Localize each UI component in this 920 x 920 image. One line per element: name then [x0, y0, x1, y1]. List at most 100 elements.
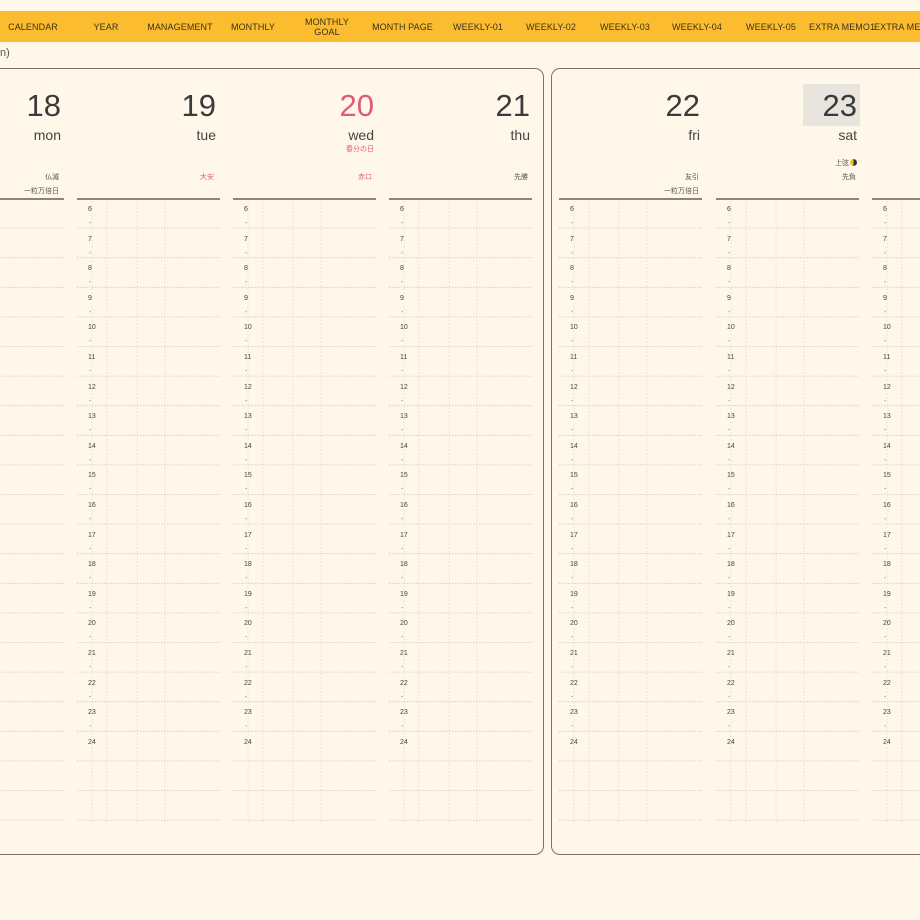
day-schedule-column[interactable]: 6 - 7 - 8 - 9 - 10 - 11 - 12 - 13 - 14 - 15 - 16 - 17 - 18 - 19 - 20… — [716, 198, 859, 824]
half-hour-mark: - — [401, 545, 404, 553]
hour-label: 12 — [244, 383, 252, 391]
half-hour-mark: - — [728, 338, 731, 346]
hour-label: 6 — [883, 206, 887, 213]
half-hour-mark: - — [571, 249, 574, 257]
nav-tab-label: WEEKLY-02 — [526, 21, 576, 32]
hour-label: 21 — [244, 650, 252, 657]
nav-tab-management[interactable]: MANAGEMENT — [146, 22, 214, 32]
half-hour-mark: - — [401, 486, 404, 494]
half-hour-mark: - — [89, 486, 92, 494]
day-name: tue — [196, 127, 216, 143]
nav-tab-label: EXTRA MEMO1 — [809, 21, 876, 32]
hour-label: 16 — [400, 502, 408, 509]
half-hour-mark: - — [571, 308, 574, 316]
day-number: 18 — [26, 88, 61, 123]
day-schedule-column[interactable] — [0, 198, 64, 824]
hour-label: 18 — [570, 561, 578, 569]
hour-label: 13 — [400, 413, 408, 421]
nav-tab-weekly-04[interactable]: WEEKLY-04 — [661, 22, 733, 32]
hour-label: 7 — [570, 235, 574, 243]
day-schedule-column[interactable]: 6 - 7 - 8 - 9 - 10 - 11 - 12 - 13 - 14 - 15 - 16 - 17 - 18 - 19 - 20… — [389, 198, 532, 824]
nav-tab-extra-me[interactable]: EXTRA ME — [874, 22, 920, 32]
nav-tab-weekly-05[interactable]: WEEKLY-05 — [733, 22, 809, 32]
top-navigation: CALENDAR YEAR MANAGEMENT MONTHLY MONTHLY GOAL… — [0, 11, 920, 42]
nav-tab-weekly-02[interactable]: WEEKLY-02 — [513, 22, 589, 32]
hour-label: 24 — [400, 738, 408, 746]
hour-label: 17 — [244, 531, 252, 539]
hour-label: 24 — [88, 738, 96, 746]
nav-tab-extra-memo1[interactable]: EXTRA MEMO1 — [809, 21, 876, 32]
hour-label: 14 — [883, 442, 891, 450]
half-hour-mark: - — [571, 397, 574, 405]
hour-label: 21 — [88, 650, 96, 657]
hour-label: 20 — [883, 620, 891, 628]
hour-label: 11 — [400, 354, 408, 361]
hour-label: 21 — [570, 650, 578, 657]
hour-label: 13 — [88, 413, 96, 421]
hour-label: 14 — [727, 442, 735, 450]
hour-label: 6 — [570, 206, 574, 213]
half-hour-mark: - — [245, 604, 248, 612]
nav-tab-year[interactable]: YEAR — [66, 22, 146, 32]
hour-label: 6 — [88, 206, 92, 213]
half-hour-mark: - — [884, 516, 887, 523]
hour-label: 10 — [88, 324, 96, 332]
half-hour-mark: - — [884, 249, 887, 257]
hour-label: 11 — [570, 354, 578, 361]
half-hour-mark: - — [728, 397, 731, 405]
day-schedule-column[interactable]: 6 - 7 - 8 - 9 - 10 - 11 - 12 - 13 - 14 - 15 - 16 - 17 - 18 - 19 - 20… — [872, 198, 920, 824]
half-hour-mark: - — [245, 456, 248, 464]
half-hour-mark: - — [728, 516, 731, 523]
hour-label: 23 — [883, 709, 891, 717]
half-hour-mark: - — [89, 516, 92, 523]
nav-tab-weekly-03[interactable]: WEEKLY-03 — [589, 22, 661, 32]
hour-label: 19 — [400, 590, 408, 598]
half-hour-mark: - — [884, 456, 887, 464]
half-hour-mark: - — [401, 249, 404, 257]
day-schedule-column[interactable]: 6 - 7 - 8 - 9 - 10 - 11 - 12 - 13 - 14 - 15 - 16 - 17 - 18 - 19 - 20… — [559, 198, 702, 824]
rokuyo-label: 先負 — [842, 174, 856, 181]
hour-label: 13 — [883, 413, 891, 421]
hour-label: 18 — [400, 561, 408, 569]
hour-label: 12 — [570, 383, 578, 391]
nav-tab-monthly[interactable]: MONTHLY — [214, 22, 292, 32]
nav-tab-label: GOAL — [314, 26, 340, 37]
day-schedule-column[interactable]: 6 - 7 - 8 - 9 - 10 - 11 - 12 - 13 - 14 - 15 - 16 - 17 - 18 - 19 - 20… — [233, 198, 376, 824]
hour-label: 22 — [400, 679, 408, 687]
rokuyo-label: 仏滅 — [45, 174, 59, 181]
hour-label: 15 — [400, 472, 408, 480]
hour-label: 17 — [727, 531, 735, 539]
half-hour-mark: - — [89, 220, 92, 227]
day-number: 23 — [822, 88, 857, 123]
half-hour-mark: - — [245, 516, 248, 523]
nav-tab-weekly-01[interactable]: WEEKLY-01 — [443, 22, 513, 32]
half-hour-mark: - — [245, 249, 248, 257]
half-moon-icon — [850, 159, 857, 166]
hour-label: 6 — [727, 206, 731, 213]
nav-tab-calendar[interactable]: CALENDAR — [0, 22, 66, 32]
half-hour-mark: - — [571, 486, 574, 494]
nav-tab-label: MANAGEMENT — [147, 21, 213, 32]
half-hour-mark: - — [884, 575, 887, 583]
hour-label: 15 — [883, 472, 891, 480]
hour-label: 19 — [88, 590, 96, 598]
time-grid — [77, 201, 220, 824]
hour-label: 9 — [727, 294, 731, 302]
nav-tab-label: YEAR — [93, 21, 119, 32]
hour-label: 10 — [883, 324, 891, 332]
time-grid — [0, 227, 64, 821]
half-hour-mark: - — [89, 279, 92, 287]
nav-tab-month-page[interactable]: MONTH PAGE — [362, 22, 443, 32]
half-hour-mark: - — [728, 664, 731, 671]
hour-label: 12 — [727, 383, 735, 391]
half-hour-mark: - — [571, 516, 574, 523]
half-hour-mark: - — [89, 308, 92, 316]
hour-label: 22 — [88, 679, 96, 687]
day-schedule-column[interactable]: 6 - 7 - 8 - 9 - 10 - 11 - 12 - 13 - 14 - 15 - 16 - 17 - 18 - 19 - 20… — [77, 198, 220, 824]
hour-label: 23 — [400, 709, 408, 717]
day-name: mon — [33, 127, 61, 143]
half-hour-mark: - — [728, 575, 731, 583]
hour-label: 7 — [400, 235, 404, 243]
half-hour-mark: - — [89, 427, 92, 435]
nav-tab-monthly-goal[interactable]: MONTHLY GOAL — [292, 17, 362, 37]
